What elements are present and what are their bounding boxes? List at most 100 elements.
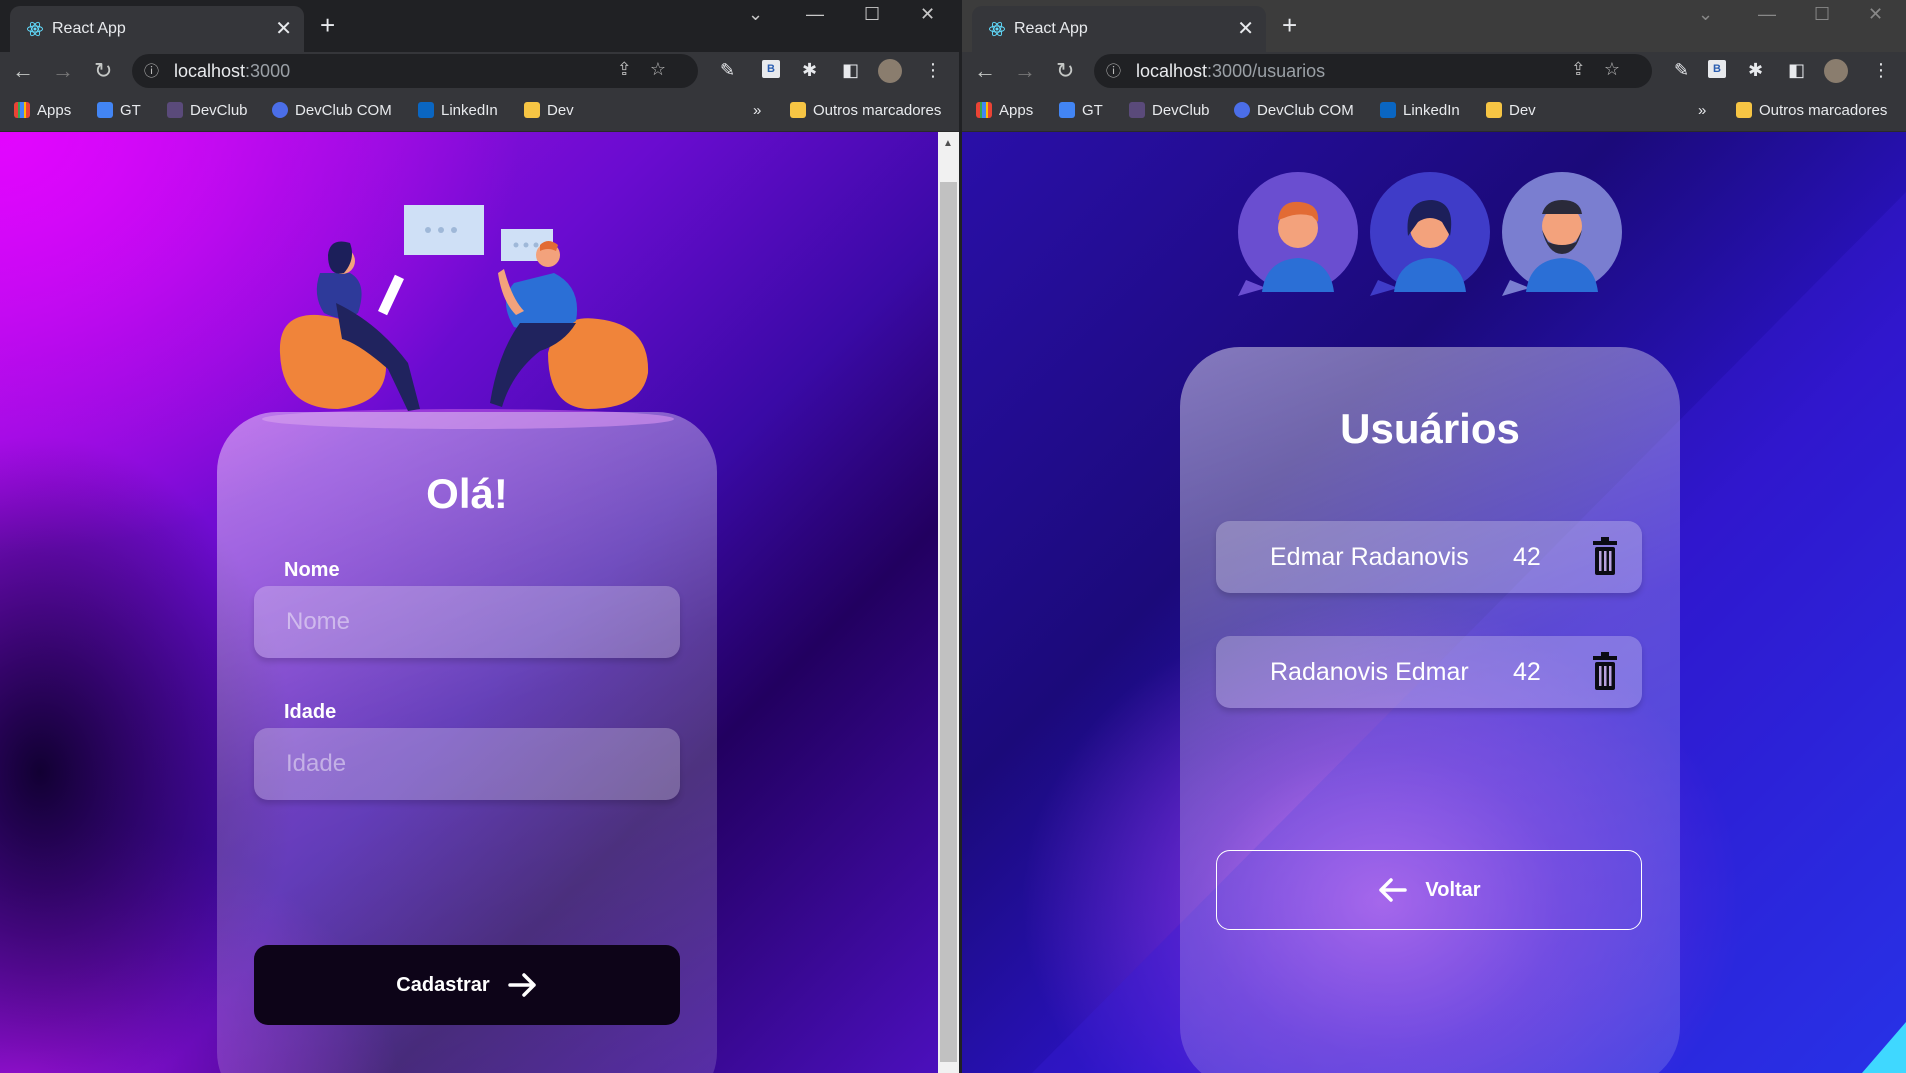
tab-search-icon[interactable]: ⌄ <box>1698 4 1713 25</box>
folder-icon <box>790 102 806 118</box>
maximize-icon[interactable]: ☐ <box>864 4 880 25</box>
bookmark-apps[interactable]: Apps <box>976 102 1033 119</box>
name-input[interactable] <box>254 586 680 658</box>
page-title: Olá! <box>426 470 508 517</box>
translate-icon <box>97 102 113 118</box>
linkedin-icon <box>418 102 434 118</box>
other-bookmarks[interactable]: Outros marcadores <box>790 102 941 119</box>
share-star-icons[interactable]: ⇪☆ <box>617 59 684 80</box>
bookmark-devclub-com[interactable]: DevClub COM <box>272 102 392 119</box>
back-icon[interactable]: ← <box>12 58 34 84</box>
register-button-label: Cadastrar <box>396 973 490 996</box>
bookmark-apps[interactable]: Apps <box>14 102 71 119</box>
back-button-label: Voltar <box>1425 878 1481 901</box>
user-row: Radanovis Edmar 42 <box>1216 636 1642 708</box>
arrow-left-icon <box>1379 878 1408 902</box>
menu-icon[interactable]: ⋮ <box>924 60 942 81</box>
avatars-illustration <box>1238 172 1622 296</box>
user-name: Radanovis Edmar <box>1270 658 1469 686</box>
tab-react-app[interactable]: React App ✕ <box>972 6 1266 52</box>
browser-window-left: React App ✕ + ⌄ — ☐ ✕ ← → ↻ ⓘ localhost:… <box>0 0 959 1073</box>
reload-icon[interactable]: ↻ <box>1056 58 1074 84</box>
address-bar[interactable]: ⓘ localhost:3000 ⇪☆ <box>132 54 698 88</box>
bookmark-dev[interactable]: Dev <box>1486 102 1536 119</box>
page-content-usuarios: Usuários Edmar Radanovis 42 Radanovis Ed… <box>962 132 1906 1073</box>
menu-icon[interactable]: ⋮ <box>1872 60 1890 81</box>
avatar[interactable] <box>878 59 902 83</box>
back-button[interactable]: Voltar <box>1216 850 1642 930</box>
new-tab-button[interactable]: + <box>1282 10 1297 41</box>
scrollbar-thumb[interactable] <box>940 182 957 1062</box>
bookmark-linkedin[interactable]: LinkedIn <box>1380 102 1460 119</box>
devclub-com-icon <box>272 102 288 118</box>
user-name: Edmar Radanovis <box>1270 543 1469 571</box>
bookmarks-overflow[interactable]: » <box>1698 102 1706 119</box>
tab-strip: React App ✕ + ⌄ — ☐ ✕ <box>0 0 959 52</box>
trash-icon[interactable] <box>1592 537 1618 575</box>
puzzle-extension-icon[interactable]: ✱ <box>1748 60 1763 81</box>
react-icon <box>27 21 43 37</box>
b-extension-icon[interactable]: B <box>1708 60 1726 78</box>
bookmark-gt[interactable]: GT <box>97 102 141 119</box>
bookmark-linkedin[interactable]: LinkedIn <box>418 102 498 119</box>
page-title: Usuários <box>1340 405 1520 452</box>
user-age: 42 <box>1513 658 1541 686</box>
bookmark-gt[interactable]: GT <box>1059 102 1103 119</box>
browser-toolbar: ← → ↻ ⓘ localhost:3000/usuarios ⇪☆ ✎ B ✱… <box>962 52 1906 90</box>
scroll-up-icon[interactable]: ▲ <box>943 138 953 149</box>
tab-title: React App <box>52 20 126 37</box>
devclub-com-icon <box>1234 102 1250 118</box>
pen-extension-icon[interactable]: ✎ <box>720 60 735 81</box>
forward-icon[interactable]: → <box>52 58 74 84</box>
other-bookmarks[interactable]: Outros marcadores <box>1736 102 1887 119</box>
reload-icon[interactable]: ↻ <box>94 58 112 84</box>
bookmark-devclub[interactable]: DevClub <box>167 102 248 119</box>
maximize-icon[interactable]: ☐ <box>1814 4 1830 25</box>
vertical-scrollbar[interactable]: ▲ <box>938 132 959 1073</box>
devclub-icon <box>1129 102 1145 118</box>
url-text: localhost:3000 <box>174 61 291 81</box>
register-button[interactable]: Cadastrar <box>254 945 680 1025</box>
trash-icon[interactable] <box>1592 652 1618 690</box>
arrow-right-icon <box>507 973 536 997</box>
user-row: Edmar Radanovis 42 <box>1216 521 1642 593</box>
side-panel-icon[interactable]: ◧ <box>842 60 859 81</box>
tab-search-icon[interactable]: ⌄ <box>748 4 763 25</box>
page-content-cadastro: Olá! Nome Idade Cadastrar <box>0 132 959 1073</box>
close-window-icon[interactable]: ✕ <box>1868 4 1883 25</box>
minimize-icon[interactable]: — <box>806 4 824 25</box>
share-star-icons[interactable]: ⇪☆ <box>1571 59 1638 80</box>
close-tab-icon[interactable]: ✕ <box>1237 16 1254 41</box>
tab-react-app[interactable]: React App ✕ <box>10 6 304 52</box>
register-card: Olá! Nome Idade Cadastrar <box>217 412 717 1073</box>
close-window-icon[interactable]: ✕ <box>920 4 935 25</box>
age-input[interactable] <box>254 728 680 800</box>
browser-window-right: React App ✕ + ⌄ — ☐ ✕ ← → ↻ ⓘ localhost:… <box>962 0 1906 1073</box>
back-icon[interactable]: ← <box>974 58 996 84</box>
bookmarks-bar: Apps GT DevClub DevClub COM LinkedIn Dev… <box>0 90 959 132</box>
close-tab-icon[interactable]: ✕ <box>275 16 292 41</box>
address-bar[interactable]: ⓘ localhost:3000/usuarios ⇪☆ <box>1094 54 1652 88</box>
puzzle-extension-icon[interactable]: ✱ <box>802 60 817 81</box>
info-icon[interactable]: ⓘ <box>1106 60 1121 81</box>
forward-icon[interactable]: → <box>1014 58 1036 84</box>
linkedin-icon <box>1380 102 1396 118</box>
bookmarks-bar: Apps GT DevClub DevClub COM LinkedIn Dev… <box>962 90 1906 132</box>
b-extension-icon[interactable]: B <box>762 60 780 78</box>
info-icon[interactable]: ⓘ <box>144 60 159 81</box>
react-icon <box>989 21 1005 37</box>
users-card: Usuários Edmar Radanovis 42 Radanovis Ed… <box>1180 347 1680 1073</box>
side-panel-icon[interactable]: ◧ <box>1788 60 1805 81</box>
bookmark-dev[interactable]: Dev <box>524 102 574 119</box>
bookmark-devclub-com[interactable]: DevClub COM <box>1234 102 1354 119</box>
folder-icon <box>524 102 540 118</box>
minimize-icon[interactable]: — <box>1758 4 1776 25</box>
tab-title: React App <box>1014 20 1088 37</box>
bookmark-devclub[interactable]: DevClub <box>1129 102 1210 119</box>
avatar[interactable] <box>1824 59 1848 83</box>
new-tab-button[interactable]: + <box>320 10 335 41</box>
pen-extension-icon[interactable]: ✎ <box>1674 60 1689 81</box>
age-label: Idade <box>284 701 337 723</box>
bookmarks-overflow[interactable]: » <box>753 102 761 119</box>
devclub-icon <box>167 102 183 118</box>
